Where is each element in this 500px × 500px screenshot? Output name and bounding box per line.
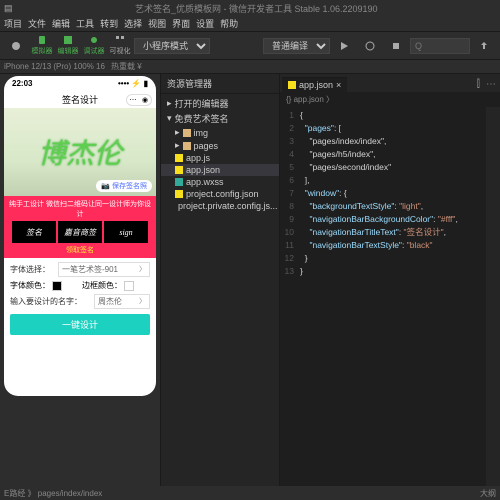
sample-1[interactable]: 签名 (12, 221, 56, 243)
color-label: 字体颜色： (10, 280, 50, 291)
menu-edit[interactable]: 编辑 (52, 17, 70, 30)
device-bar: iPhone 12/13 (Pro) 100% 16 热重载 ¥ (0, 60, 500, 74)
root-folder[interactable]: ▾ 免费艺术签名 (161, 111, 279, 126)
code-editor[interactable]: 12345678910111213 { "pages": [ "pages/in… (280, 107, 500, 500)
upload-icon[interactable] (472, 34, 496, 58)
preview-icon[interactable] (358, 34, 382, 58)
font-color-swatch[interactable] (52, 281, 62, 291)
border-label: 边框颜色： (82, 280, 122, 291)
file-app-js[interactable]: app.js (161, 152, 279, 164)
more-icon[interactable]: ⋯ (484, 77, 498, 92)
menu-help[interactable]: 帮助 (220, 17, 238, 30)
file-pages[interactable]: ▸ pages (161, 139, 279, 152)
menu-project[interactable]: 项目 (4, 17, 22, 30)
open-editors[interactable]: ▸ 打开的编辑器 (161, 96, 279, 111)
mode-select[interactable]: 小程序模式 (134, 38, 210, 54)
file-project-private-config-js-[interactable]: project.private.config.js... (161, 200, 279, 212)
menu-tools[interactable]: 工具 (76, 17, 94, 30)
visual-button[interactable]: 可视化 (108, 34, 132, 58)
toolbar: 模拟器 编辑器 调试器 可视化 小程序模式 普通编译 (0, 32, 500, 60)
name-input[interactable]: 周杰伦〉 (94, 294, 150, 309)
explorer-title: 资源管理器 (161, 74, 279, 94)
border-color-swatch[interactable] (124, 281, 134, 291)
name-label: 输入要设计的名字： (10, 296, 90, 307)
file-project-config-json[interactable]: project.config.json (161, 188, 279, 200)
menu-settings[interactable]: 设置 (196, 17, 214, 30)
titlebar: ▤ 艺术签名_优质模板网 - 微信开发者工具 Stable 1.06.22091… (0, 0, 500, 16)
font-label: 字体选择： (10, 264, 54, 275)
sample-row: 签名 嘉音商签 sign (7, 221, 153, 243)
close-icon[interactable]: × (336, 80, 341, 90)
menu-file[interactable]: 文件 (28, 17, 46, 30)
promo-banner: 纯手工设计 微信扫二维码让同一设计师为你设计 签名 嘉音商签 sign 领取签名 (4, 196, 156, 258)
phone-frame: 22:03•••• ⚡ ▮ 签名设计 ⋯◉ 博杰伦 📷保存签名照 纯手工设计 微… (4, 76, 156, 396)
compile-select[interactable]: 普通编译 (263, 38, 330, 54)
device-select[interactable]: iPhone 12/13 (Pro) 100% 16 (4, 62, 105, 71)
generate-button[interactable]: 一键设计 (10, 314, 150, 335)
split-icon[interactable]: ⫿ (475, 77, 482, 92)
outline-tab[interactable]: 大纲 (480, 488, 496, 499)
hot-reload[interactable]: 热重载 ¥ (111, 61, 142, 72)
editor-tabs: app.json× ⫿ ⋯ (280, 74, 500, 92)
bottom-bar: E路经 》 pages/index/index 大纲 (0, 486, 500, 500)
win-menu-icon[interactable]: ▤ (4, 3, 13, 14)
sample-3[interactable]: sign (104, 221, 148, 243)
menu-ui[interactable]: 界面 (172, 17, 190, 30)
file-app-wxss[interactable]: app.wxss (161, 176, 279, 188)
capsule[interactable]: ⋯◉ (126, 94, 152, 106)
file-img[interactable]: ▸ img (161, 126, 279, 139)
signature-preview: 博杰伦 📷保存签名照 (4, 108, 156, 196)
nav-bar: 签名设计 ⋯◉ (4, 91, 156, 108)
tab-appjson[interactable]: app.json× (282, 77, 347, 92)
compile-icon[interactable] (332, 34, 356, 58)
minimap[interactable] (486, 107, 500, 500)
avatar-icon[interactable] (4, 34, 28, 58)
save-button[interactable]: 📷保存签名照 (96, 180, 152, 192)
status-bar: 22:03•••• ⚡ ▮ (4, 76, 156, 91)
path-crumb[interactable]: E路经 》 pages/index/index (4, 488, 102, 499)
search-input[interactable] (410, 38, 470, 54)
debugger-button[interactable]: 调试器 (82, 34, 106, 58)
menubar: 项目 文件 编辑 工具 转到 选择 视图 界面 设置 帮助 (0, 16, 500, 32)
page-title: 签名设计 (62, 93, 98, 106)
simulator-button[interactable]: 模拟器 (30, 34, 54, 58)
sample-2[interactable]: 嘉音商签 (58, 221, 102, 243)
config-form: 字体选择： 一笔艺术签-901〉 字体颜色： 边框颜色： 输入要设计的名字： 周… (4, 258, 156, 339)
promo-link[interactable]: 领取签名 (7, 245, 153, 255)
explorer-panel: 资源管理器 ▸ 打开的编辑器 ▾ 免费艺术签名 ▸ img▸ pages app… (160, 74, 280, 500)
file-app-json[interactable]: app.json (161, 164, 279, 176)
menu-select[interactable]: 选择 (124, 17, 142, 30)
editor-panel: app.json× ⫿ ⋯ {} app.json 〉 123456789101… (280, 74, 500, 500)
simulator-panel: 22:03•••• ⚡ ▮ 签名设计 ⋯◉ 博杰伦 📷保存签名照 纯手工设计 微… (0, 74, 160, 500)
menu-view[interactable]: 视图 (148, 17, 166, 30)
editor-button[interactable]: 编辑器 (56, 34, 80, 58)
clear-icon[interactable] (384, 34, 408, 58)
font-select[interactable]: 一笔艺术签-901〉 (58, 262, 150, 277)
menu-goto[interactable]: 转到 (100, 17, 118, 30)
